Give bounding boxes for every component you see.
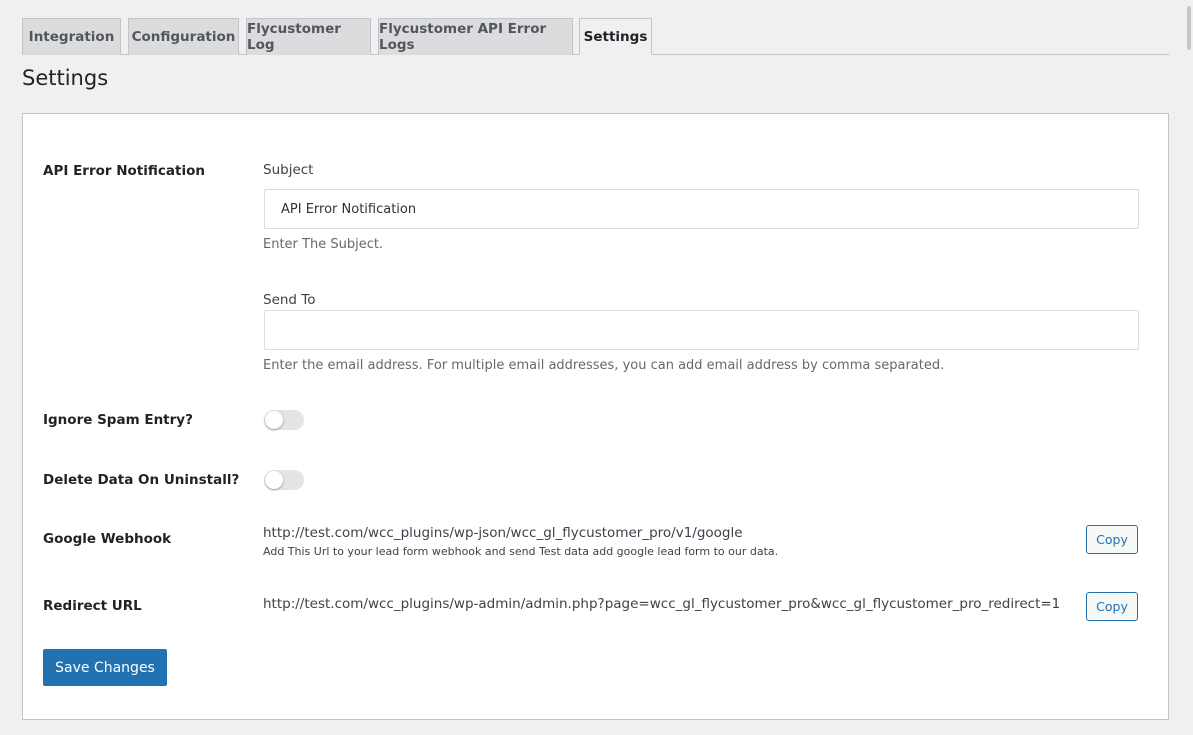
page-title: Settings [22,66,109,90]
tab-configuration[interactable]: Configuration [128,18,239,55]
google-webhook-url: http://test.com/wcc_plugins/wp-json/wcc_… [263,525,743,541]
save-changes-button[interactable]: Save Changes [43,649,167,686]
api-error-notification-label: API Error Notification [43,163,205,179]
toggle-knob [265,471,283,489]
google-webhook-label: Google Webhook [43,531,172,547]
settings-card: API Error Notification Subject Enter The… [22,113,1169,720]
tab-settings[interactable]: Settings [579,18,652,55]
ignore-spam-label: Ignore Spam Entry? [43,412,193,428]
google-webhook-note: Add This Url to your lead form webhook a… [263,545,779,558]
copy-redirect-url-button[interactable]: Copy [1086,592,1138,621]
send-to-input[interactable] [264,310,1139,350]
copy-google-webhook-button[interactable]: Copy [1086,525,1138,554]
scrollbar-thumb[interactable] [1187,6,1191,50]
subject-help-text: Enter The Subject. [263,237,384,252]
tab-flycustomer-log[interactable]: Flycustomer Log [246,18,371,55]
page-scrollbar[interactable] [1185,0,1193,735]
redirect-url-value: http://test.com/wcc_plugins/wp-admin/adm… [263,596,1061,612]
settings-tabs: Integration Configuration Flycustomer Lo… [22,18,1169,55]
toggle-knob [265,411,283,429]
send-to-help-text: Enter the email address. For multiple em… [263,358,945,373]
send-to-label: Send To [263,292,316,308]
ignore-spam-toggle[interactable] [264,410,304,430]
redirect-url-label: Redirect URL [43,598,142,614]
delete-data-label: Delete Data On Uninstall? [43,472,240,488]
subject-input[interactable] [264,189,1139,229]
tab-integration[interactable]: Integration [22,18,121,55]
subject-label: Subject [263,162,314,178]
delete-data-toggle[interactable] [264,470,304,490]
tab-flycustomer-api-error-logs[interactable]: Flycustomer API Error Logs [378,18,573,55]
